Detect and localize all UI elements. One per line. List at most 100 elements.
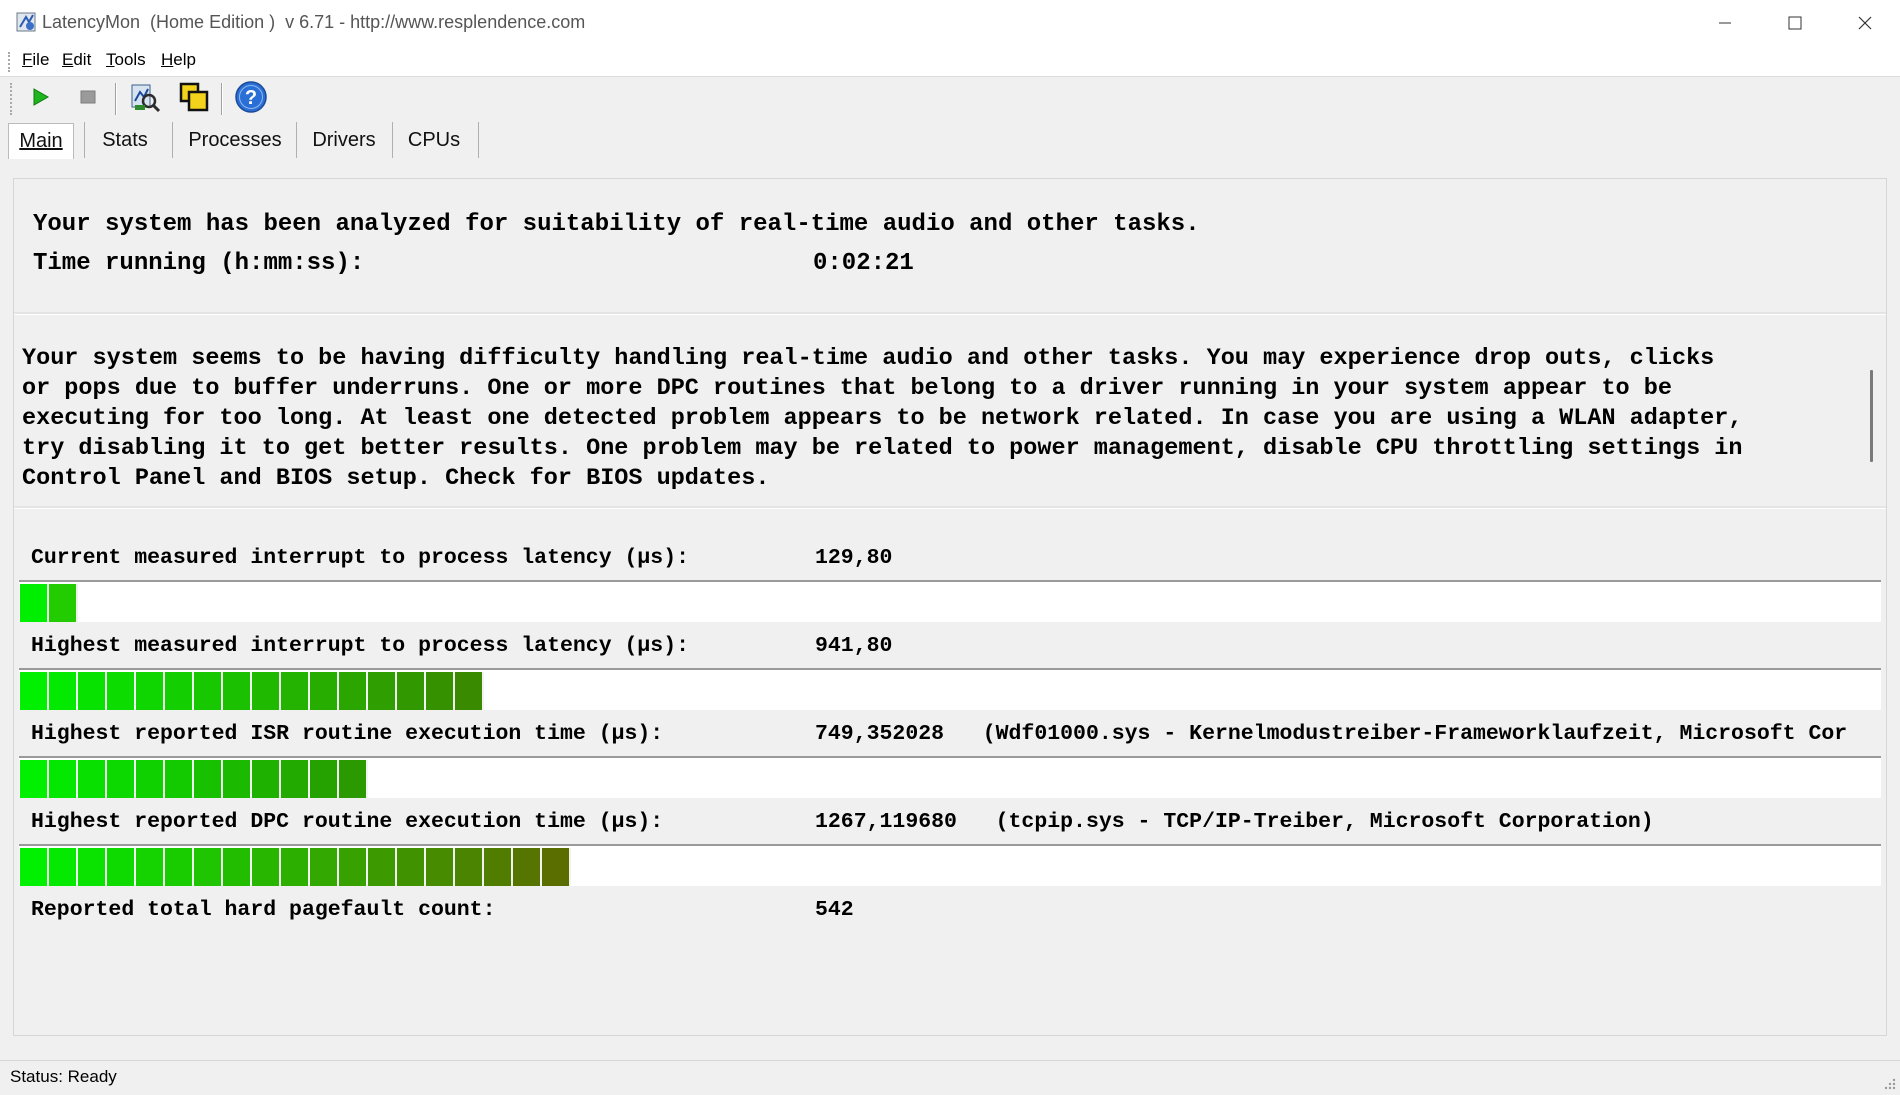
bar-segment bbox=[397, 848, 426, 886]
close-button[interactable] bbox=[1830, 0, 1900, 46]
toolbar-grip bbox=[10, 83, 14, 115]
resize-grip-icon[interactable] bbox=[1882, 1076, 1896, 1090]
menu-bar: File Edit Tools Help bbox=[0, 46, 1900, 77]
help-button[interactable]: ? bbox=[233, 80, 269, 119]
bar-segment bbox=[339, 672, 368, 710]
tab-cpus-label: CPUs bbox=[407, 128, 461, 151]
bar-segment bbox=[194, 848, 223, 886]
bar-segment bbox=[78, 848, 107, 886]
analyze-icon bbox=[129, 81, 161, 118]
analyze-button[interactable] bbox=[127, 81, 163, 117]
bar-segment bbox=[397, 672, 426, 710]
metric-label: Highest reported ISR routine execution t… bbox=[31, 722, 664, 746]
menu-edit-label: dit bbox=[73, 50, 92, 69]
help-icon: ? bbox=[234, 80, 268, 119]
divider bbox=[14, 506, 1886, 509]
time-running-label: Time running (h:mm:ss): bbox=[33, 250, 365, 277]
copy-windows-icon bbox=[178, 81, 210, 118]
latency-bar-fill bbox=[20, 584, 78, 622]
tab-drivers-label: Drivers bbox=[312, 128, 376, 151]
divider bbox=[14, 312, 1886, 315]
tab-separator bbox=[84, 122, 85, 158]
bar-segment bbox=[339, 848, 368, 886]
bar-segment bbox=[49, 672, 78, 710]
tab-separator bbox=[392, 122, 393, 158]
maximize-icon bbox=[1788, 16, 1802, 30]
menu-edit[interactable]: Edit bbox=[62, 50, 91, 70]
minimize-icon bbox=[1718, 16, 1732, 30]
maximize-button[interactable] bbox=[1760, 0, 1830, 46]
bar-segment bbox=[310, 672, 339, 710]
metric-value: 749,352028 (Wdf01000.sys - Kernelmodustr… bbox=[815, 722, 1848, 746]
stop-button[interactable] bbox=[70, 81, 106, 117]
bar-segment bbox=[107, 760, 136, 798]
bar-segment bbox=[252, 848, 281, 886]
copy-windows-button[interactable] bbox=[176, 81, 212, 117]
tab-cpus[interactable]: CPUs bbox=[396, 122, 472, 158]
latency-bar bbox=[19, 756, 1881, 798]
svg-text:?: ? bbox=[245, 87, 257, 109]
stop-icon bbox=[77, 86, 99, 113]
bar-segment bbox=[252, 760, 281, 798]
metric-label: Highest reported DPC routine execution t… bbox=[31, 810, 664, 834]
tab-separator bbox=[296, 122, 297, 158]
start-button[interactable] bbox=[22, 81, 58, 117]
menu-help-label: elp bbox=[173, 50, 196, 69]
menu-help[interactable]: Help bbox=[161, 50, 196, 70]
bar-segment bbox=[368, 848, 397, 886]
bar-segment bbox=[252, 672, 281, 710]
bar-segment bbox=[368, 672, 397, 710]
bar-segment bbox=[223, 848, 252, 886]
bar-segment bbox=[107, 672, 136, 710]
bar-segment bbox=[20, 584, 49, 622]
bar-segment bbox=[78, 672, 107, 710]
status-text: Status: Ready bbox=[10, 1067, 117, 1086]
bar-segment bbox=[281, 672, 310, 710]
bar-segment bbox=[542, 848, 571, 886]
metric-value: 129,80 bbox=[815, 546, 893, 570]
summary-panel: Your system has been analyzed for suitab… bbox=[14, 179, 1886, 311]
menu-file[interactable]: File bbox=[22, 50, 49, 70]
tab-drivers[interactable]: Drivers bbox=[300, 122, 388, 158]
metric-value: 941,80 bbox=[815, 634, 893, 658]
pagefault-label: Reported total hard pagefault count: bbox=[31, 898, 496, 922]
menu-file-mnemonic: F bbox=[22, 50, 33, 69]
toolbar-separator bbox=[115, 83, 117, 115]
bar-segment bbox=[165, 760, 194, 798]
bar-segment bbox=[49, 848, 78, 886]
toolbar: ? bbox=[0, 77, 1900, 122]
window-title: LatencyMon (Home Edition ) v 6.71 - http… bbox=[42, 12, 586, 32]
metric-label: Current measured interrupt to process la… bbox=[31, 546, 690, 570]
pagefault-value: 542 bbox=[815, 898, 854, 922]
tab-main-label: Main bbox=[19, 130, 63, 152]
app-icon bbox=[16, 11, 38, 33]
tab-strip: Main Stats Processes Drivers CPUs bbox=[0, 122, 1900, 160]
title-bar: LatencyMon (Home Edition ) v 6.71 - http… bbox=[0, 0, 1900, 46]
tab-stats[interactable]: Stats bbox=[88, 122, 162, 158]
bar-segment bbox=[20, 760, 49, 798]
status-bar: Status: Ready bbox=[0, 1060, 1900, 1094]
latency-bar bbox=[19, 668, 1881, 710]
latency-bar-fill bbox=[20, 848, 571, 886]
tab-main[interactable]: Main bbox=[8, 123, 74, 159]
minimize-button[interactable] bbox=[1690, 0, 1760, 46]
tab-processes[interactable]: Processes bbox=[176, 122, 294, 158]
bar-segment bbox=[310, 848, 339, 886]
menu-tools-label: ools bbox=[114, 50, 146, 69]
bar-segment bbox=[281, 760, 310, 798]
bar-segment bbox=[107, 848, 136, 886]
tab-processes-label: Processes bbox=[188, 128, 282, 151]
bar-segment bbox=[136, 760, 165, 798]
latency-bar bbox=[19, 844, 1881, 886]
bar-segment bbox=[426, 848, 455, 886]
tab-stats-label: Stats bbox=[102, 128, 148, 151]
play-icon bbox=[29, 86, 51, 113]
tab-separator bbox=[172, 122, 173, 158]
message-scrollbar[interactable] bbox=[1870, 370, 1873, 462]
menu-file-label: ile bbox=[32, 50, 50, 69]
bar-segment bbox=[223, 672, 252, 710]
latency-bar-fill bbox=[20, 672, 484, 710]
menu-edit-mnemonic: E bbox=[62, 50, 74, 69]
menu-tools[interactable]: Tools bbox=[106, 50, 146, 70]
bar-segment bbox=[513, 848, 542, 886]
